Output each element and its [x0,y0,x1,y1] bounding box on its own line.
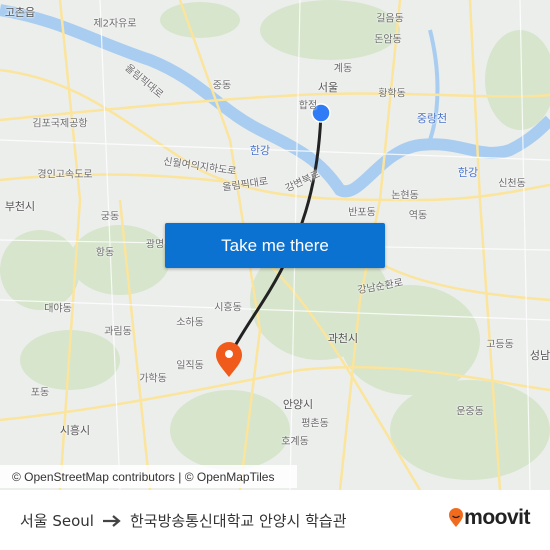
map-label: 성남 [529,349,550,362]
map-label: 서울 [317,81,339,94]
route-title: 서울 Seoul 한국방송통신대학교 안양시 학습관 [20,510,347,531]
moovit-wordmark: moovit [464,506,530,529]
map[interactable]: 고촌읍 제2자유로 길음동 돈암동 중동 서울 계동 황학동 올림픽대로 김포국… [0,0,550,490]
map-label: 시흥동 [214,302,242,314]
map-label: 신천동 [498,178,526,190]
map-label: 운중동 [456,406,484,418]
origin-name: 서울 Seoul [20,512,94,530]
map-label: 고촌읍 [4,6,36,19]
map-label: 제2자유로 [93,18,137,30]
map-label: 한강 [249,144,271,157]
map-label: 한강 [457,166,479,179]
map-label: 대야동 [44,303,72,315]
map-label: 길음동 [376,13,404,25]
map-label: 궁동 [100,211,120,223]
map-label: 역동 [408,210,428,222]
map-label: 반포동 [348,207,376,219]
take-me-there-button[interactable]: Take me there [165,223,385,268]
map-label: 황학동 [378,88,406,100]
map-label: 합정 [298,100,318,112]
map-label: 고등동 [486,339,514,351]
map-label: 소하동 [176,317,204,329]
map-label: 부천시 [4,200,36,213]
map-label: 계동 [333,63,353,75]
map-label: 김포국제공항 [32,118,88,130]
map-label: 과림동 [104,326,132,338]
map-label: 가학동 [139,373,167,385]
map-label: 일직동 [176,360,204,372]
map-label: 호계동 [281,436,309,448]
moovit-logo: moovit [448,506,530,530]
map-pin-icon[interactable] [216,342,242,377]
moovit-pin-icon [449,508,464,527]
map-label: 포동 [30,387,50,399]
map-label: 광명 [145,239,165,251]
map-attribution[interactable]: © OpenStreetMap contributors | © OpenMap… [0,465,297,488]
map-label: 논현동 [391,190,419,202]
destination-name: 한국방송통신대학교 안양시 학습관 [129,512,347,530]
map-label: 중동 [212,80,232,92]
map-label: 돈암동 [374,34,402,46]
arrow-right-icon [102,514,121,527]
map-label: 항동 [95,247,115,259]
map-label: 중랑천 [416,112,448,125]
map-label: 안양시 [282,398,314,411]
map-label: 시흥시 [59,424,91,437]
map-label: 평촌동 [301,418,329,430]
map-label: 경인고속도로 [37,169,93,181]
map-label: 과천시 [327,332,359,345]
